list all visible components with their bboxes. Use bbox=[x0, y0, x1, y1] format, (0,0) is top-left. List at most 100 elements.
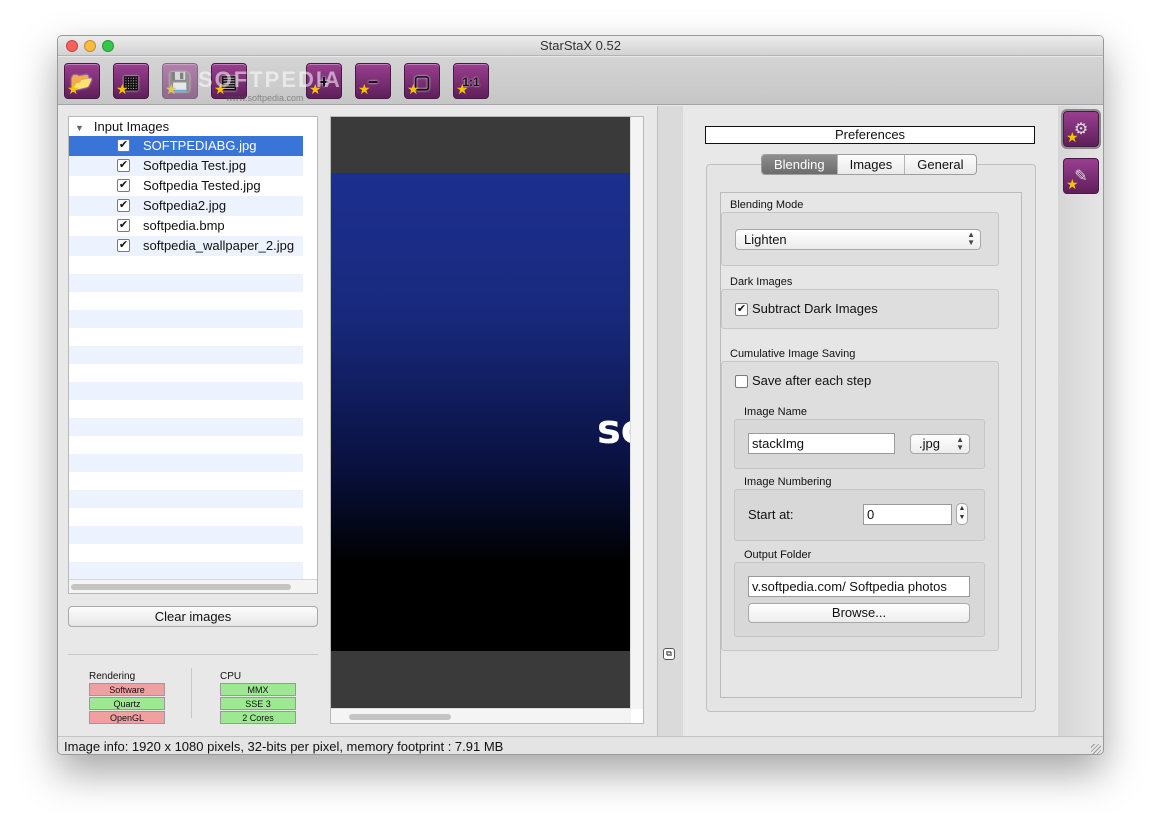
list-item[interactable]: ✔ SOFTPEDIABG.jpg bbox=[69, 136, 303, 156]
list-item[interactable]: ✔ softpedia.bmp bbox=[69, 216, 303, 236]
image-format-select[interactable]: .jpg ▲ ▼ bbox=[910, 434, 970, 454]
window-title: StarStaX 0.52 bbox=[540, 38, 621, 53]
image-preview[interactable]: sc bbox=[330, 116, 644, 724]
title-bar: StarStaX 0.52 bbox=[58, 36, 1103, 56]
cumulative-saving-label: Cumulative Image Saving bbox=[730, 348, 856, 360]
checkbox[interactable]: ✔ bbox=[735, 303, 748, 317]
actual-size-button[interactable]: 1:1 ★ bbox=[453, 63, 489, 99]
list-horizontal-scrollbar[interactable] bbox=[69, 579, 317, 593]
zoom-out-button[interactable]: − ★ bbox=[355, 63, 391, 99]
checkbox[interactable]: ✔ bbox=[117, 179, 130, 192]
watermark: SOFTPEDIA bbox=[198, 67, 342, 92]
empty-rows bbox=[69, 256, 303, 580]
start-at-label: Start at: bbox=[748, 507, 794, 522]
input-images-header[interactable]: ▼ Input Images bbox=[69, 117, 317, 136]
fit-to-window-button[interactable]: ▢ ★ bbox=[404, 63, 440, 99]
output-folder-path[interactable]: v.softpedia.com/ Softpedia photos bbox=[748, 576, 970, 597]
chevron-up-down-icon: ▲ ▼ bbox=[967, 230, 975, 247]
output-folder-group bbox=[734, 562, 985, 637]
chevron-up-down-icon: ▲ ▼ bbox=[956, 435, 964, 452]
resize-grip-icon[interactable] bbox=[1091, 744, 1101, 754]
preferences-tabs: Blending Images General bbox=[761, 154, 977, 175]
input-images-list[interactable]: ▼ Input Images ✔ SOFTPEDIABG.jpg ✔ Softpe… bbox=[68, 116, 318, 594]
tab-general[interactable]: General bbox=[905, 155, 975, 174]
open-images-button[interactable]: 📂 ★ bbox=[64, 63, 100, 99]
start-at-stepper[interactable]: ▲ ▼ bbox=[956, 503, 968, 525]
status-bar: Image info: 1920 x 1080 pixels, 32-bits … bbox=[58, 736, 1103, 754]
subtract-dark-label: Subtract Dark Images bbox=[752, 301, 878, 316]
image-format-value: .jpg bbox=[919, 436, 940, 451]
left-panel: ▼ Input Images ✔ SOFTPEDIABG.jpg ✔ Softpe… bbox=[58, 106, 657, 736]
cpu-status: CPU MMX SSE 3 2 Cores bbox=[220, 671, 296, 724]
rendering-opengl-badge: OpenGL bbox=[89, 711, 165, 724]
checkbox[interactable]: ✔ bbox=[117, 139, 130, 152]
preview-text: sc bbox=[597, 407, 631, 453]
list-item[interactable]: ✔ softpedia_wallpaper_2.jpg bbox=[69, 236, 303, 256]
star-icon: ★ bbox=[116, 81, 129, 97]
star-icon: ★ bbox=[1066, 176, 1079, 192]
divider bbox=[191, 668, 192, 718]
clear-images-button[interactable]: Clear images bbox=[68, 606, 318, 627]
list-item[interactable]: ✔ Softpedia Tested.jpg bbox=[69, 176, 303, 196]
file-name: softpedia.bmp bbox=[143, 218, 225, 233]
output-folder-label: Output Folder bbox=[744, 549, 812, 561]
image-name-input[interactable]: stackImg bbox=[748, 433, 895, 454]
toggle-panel-icon[interactable]: ⧉ bbox=[663, 648, 675, 660]
preview-vertical-scrollbar[interactable] bbox=[630, 117, 643, 709]
save-each-step-checkbox[interactable]: Save after each step bbox=[735, 373, 872, 389]
blending-settings: Blending Mode Lighten ▲ ▼ Dark Images ✔ Su… bbox=[720, 192, 1022, 698]
cpu-sse3-badge: SSE 3 bbox=[220, 697, 296, 710]
tab-images[interactable]: Images bbox=[838, 155, 906, 174]
star-icon: ★ bbox=[407, 81, 420, 97]
save-button[interactable]: 💾 ★ bbox=[162, 63, 198, 99]
star-icon: ★ bbox=[165, 81, 178, 97]
checkbox[interactable] bbox=[735, 375, 748, 389]
minimize-window-button[interactable] bbox=[84, 40, 96, 52]
list-item[interactable]: ✔ Softpedia2.jpg bbox=[69, 196, 303, 216]
checkbox[interactable]: ✔ bbox=[117, 219, 130, 232]
cpu-mmx-badge: MMX bbox=[220, 683, 296, 696]
star-icon: ★ bbox=[67, 81, 80, 97]
blending-mode-label: Blending Mode bbox=[730, 199, 804, 211]
subtract-dark-checkbox[interactable]: ✔ Subtract Dark Images bbox=[735, 301, 878, 317]
file-name: Softpedia Tested.jpg bbox=[143, 178, 261, 193]
rendering-status: Rendering Software Quartz OpenGL bbox=[89, 671, 165, 724]
blending-mode-value: Lighten bbox=[744, 232, 787, 247]
app-window: StarStaX 0.52 📂 ★ ▦ ★ 💾 ★ ▤ ★ + ★ − ★ ▢ … bbox=[57, 35, 1104, 755]
rendering-quartz-badge: Quartz bbox=[89, 697, 165, 710]
input-images-label: Input Images bbox=[93, 119, 170, 134]
file-name: softpedia_wallpaper_2.jpg bbox=[143, 238, 295, 253]
tools-panel-button[interactable]: ✎ ★ bbox=[1063, 158, 1099, 194]
divider bbox=[68, 654, 318, 655]
star-icon: ★ bbox=[358, 81, 371, 97]
rendering-label: Rendering bbox=[89, 671, 136, 682]
preferences-panel-button[interactable]: ⚙ ★ bbox=[1063, 111, 1099, 147]
blending-mode-select[interactable]: Lighten ▲ ▼ bbox=[735, 229, 981, 250]
panel-splitter[interactable] bbox=[657, 106, 683, 736]
start-at-input[interactable]: 0 bbox=[863, 504, 952, 525]
file-name: Softpedia2.jpg bbox=[143, 198, 227, 213]
tab-blending[interactable]: Blending bbox=[762, 155, 838, 174]
checkbox[interactable]: ✔ bbox=[117, 239, 130, 252]
preview-image: sc bbox=[331, 117, 631, 709]
cpu-cores-badge: 2 Cores bbox=[220, 711, 296, 724]
open-dark-button[interactable]: ▦ ★ bbox=[113, 63, 149, 99]
image-name-label: Image Name bbox=[744, 406, 807, 418]
star-icon: ★ bbox=[1066, 129, 1079, 145]
browse-button[interactable]: Browse... bbox=[748, 603, 970, 623]
preferences-panel: Preferences Blending Images General Blen… bbox=[684, 106, 1058, 736]
list-item[interactable]: ✔ Softpedia Test.jpg bbox=[69, 156, 303, 176]
save-each-step-label: Save after each step bbox=[752, 373, 872, 388]
close-window-button[interactable] bbox=[66, 40, 78, 52]
preview-horizontal-scrollbar[interactable] bbox=[331, 708, 631, 723]
file-name: SOFTPEDIABG.jpg bbox=[143, 138, 257, 153]
window-controls bbox=[66, 40, 114, 52]
checkbox[interactable]: ✔ bbox=[117, 199, 130, 212]
panel-sidebar: ⚙ ★ ✎ ★ bbox=[1058, 106, 1103, 736]
rendering-software-badge: Software bbox=[89, 683, 165, 696]
zoom-window-button[interactable] bbox=[102, 40, 114, 52]
file-rows: ✔ SOFTPEDIABG.jpg ✔ Softpedia Test.jpg ✔… bbox=[69, 136, 303, 586]
dark-images-label: Dark Images bbox=[730, 276, 793, 288]
preview-gradient bbox=[331, 173, 631, 651]
checkbox[interactable]: ✔ bbox=[117, 159, 130, 172]
